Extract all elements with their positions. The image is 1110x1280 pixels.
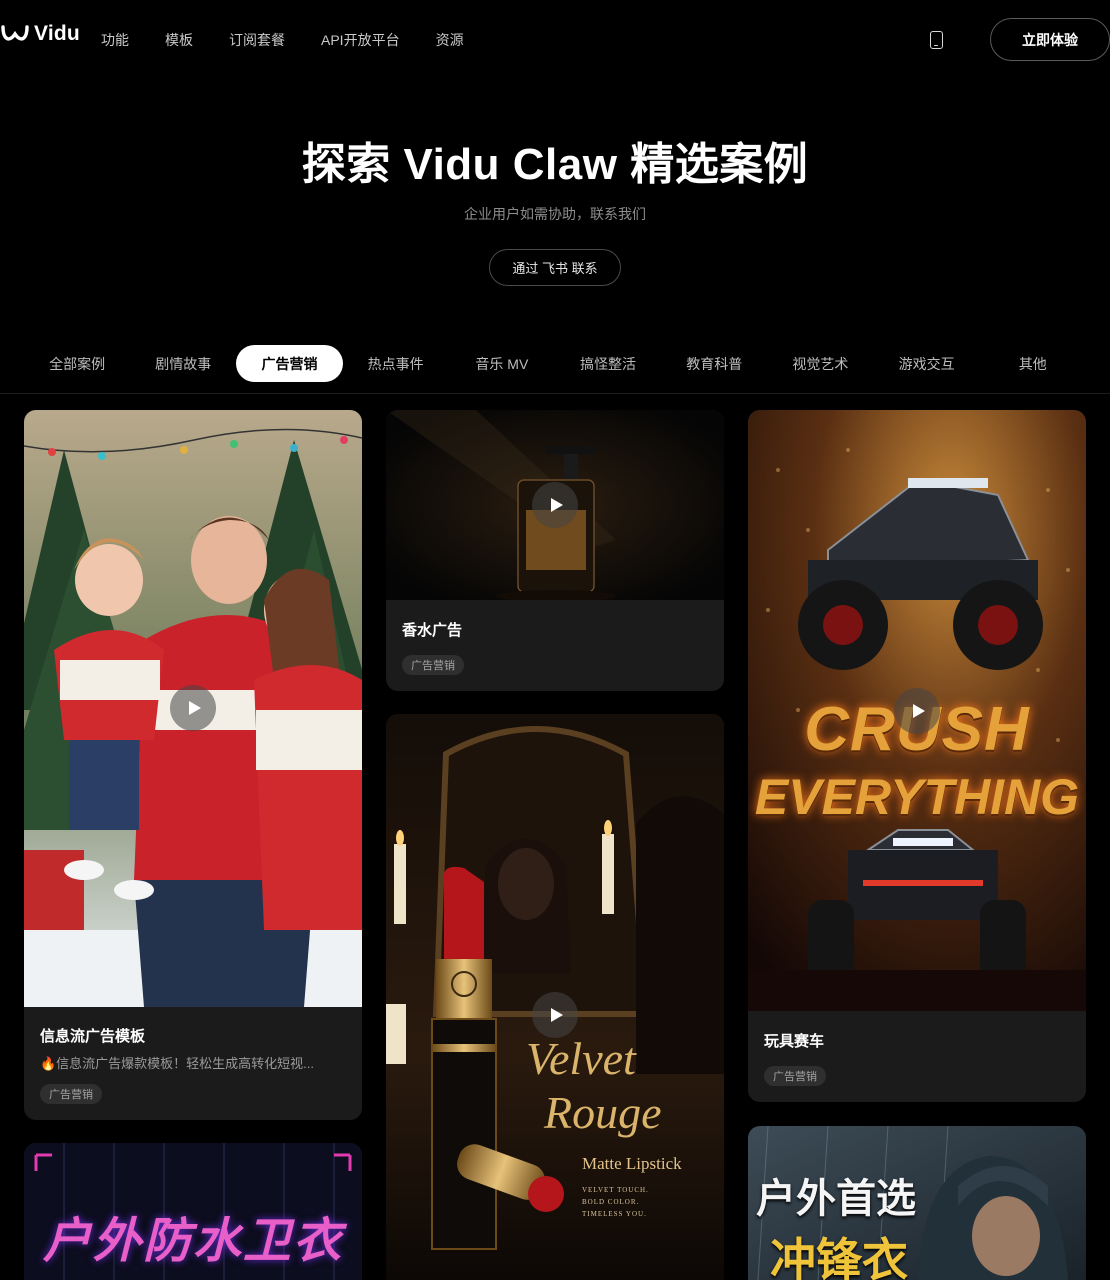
play-icon <box>912 704 925 718</box>
mobile-phone-icon[interactable] <box>930 31 943 49</box>
lipstick-ad-headline-2: Rouge <box>544 1087 662 1138</box>
case-card-toy-car[interactable]: CRUSH EVERYTHING 玩具赛车 广告营销 <box>748 410 1086 1102</box>
video-thumbnail[interactable]: 户外首选 冲锋衣 <box>748 1126 1086 1280</box>
nav-links: 功能 模板 订阅套餐 API开放平台 资源 <box>101 30 500 50</box>
page-subtitle: 企业用户如需协助，联系我们 <box>464 206 646 222</box>
card-tag: 广告营销 <box>40 1084 102 1104</box>
raincoat-ad-text: 户外防水卫衣 <box>42 1215 343 1268</box>
vidu-logo-icon <box>1 25 29 41</box>
video-thumbnail[interactable] <box>24 410 362 1007</box>
lipstick-ad-small-1: VELVET TOUCH. <box>582 1186 649 1194</box>
lipstick-ad-headline-1: Velvet <box>526 1033 636 1084</box>
tab-education[interactable]: 教育科普 <box>661 345 767 382</box>
nav-link-features[interactable]: 功能 <box>101 30 129 50</box>
case-card-feed-ad[interactable]: 信息流广告模板 🔥信息流广告爆款模板！轻松生成高转化短视... 广告营销 <box>24 410 362 1120</box>
case-card-raincoat[interactable]: 户外防水卫衣 <box>24 1143 362 1280</box>
play-icon <box>550 498 563 512</box>
tab-funny[interactable]: 搞怪整活 <box>555 345 661 382</box>
tab-trending[interactable]: 热点事件 <box>343 345 449 382</box>
tab-other[interactable]: 其他 <box>980 345 1086 382</box>
tab-story[interactable]: 剧情故事 <box>130 345 236 382</box>
play-button[interactable] <box>532 482 578 528</box>
nav-link-api[interactable]: API开放平台 <box>321 30 400 50</box>
case-card-jacket[interactable]: 户外首选 冲锋衣 <box>748 1126 1086 1280</box>
try-now-button[interactable]: 立即体验 <box>990 18 1110 61</box>
nav-link-templates[interactable]: 模板 <box>165 30 193 50</box>
top-nav: Vidu 功能 模板 订阅套餐 API开放平台 资源 立即体验 <box>0 0 1110 80</box>
nav-link-pricing[interactable]: 订阅套餐 <box>229 30 285 50</box>
contact-feishu-button[interactable]: 通过 飞书 联系 <box>489 249 621 286</box>
tabs-divider <box>0 393 1110 394</box>
video-thumbnail[interactable]: CRUSH EVERYTHING <box>748 410 1086 1011</box>
logo-text: Vidu <box>34 22 80 45</box>
case-card-perfume[interactable]: 香水广告 广告营销 <box>386 410 724 691</box>
case-card-lipstick[interactable]: Velvet Rouge Matte Lipstick VELVET TOUCH… <box>386 714 724 1280</box>
video-thumbnail[interactable] <box>386 410 724 600</box>
play-button[interactable] <box>170 685 216 731</box>
lipstick-ad-subtitle: Matte Lipstick <box>582 1154 682 1173</box>
play-button[interactable] <box>894 688 940 734</box>
tab-visual-art[interactable]: 视觉艺术 <box>767 345 873 382</box>
tab-all[interactable]: 全部案例 <box>24 345 130 382</box>
card-tag: 广告营销 <box>402 655 464 675</box>
page-title: 探索 Vidu Claw 精选案例 <box>301 140 809 189</box>
video-thumbnail[interactable]: Velvet Rouge Matte Lipstick VELVET TOUCH… <box>386 714 724 1280</box>
play-button[interactable] <box>532 992 578 1038</box>
card-title: 玩具赛车 <box>764 1033 825 1050</box>
video-thumbnail[interactable]: 户外防水卫衣 <box>24 1143 362 1280</box>
card-title: 信息流广告模板 <box>40 1028 146 1045</box>
category-tabs: 全部案例 剧情故事 广告营销 热点事件 音乐 MV 搞怪整活 教育科普 视觉艺术… <box>24 345 1086 382</box>
nav-link-resources[interactable]: 资源 <box>436 30 464 50</box>
tab-music-mv[interactable]: 音乐 MV <box>449 345 555 382</box>
jacket-ad-headline-1: 户外首选 <box>756 1177 916 1221</box>
truck-ad-headline-2: EVERYTHING <box>754 769 1080 825</box>
card-title: 香水广告 <box>402 622 463 639</box>
card-description: 🔥信息流广告爆款模板！轻松生成高转化短视... <box>40 1056 315 1071</box>
lipstick-ad-small-3: TIMELESS YOU. <box>582 1210 647 1218</box>
jacket-ad-headline-2: 冲锋衣 <box>770 1234 908 1280</box>
card-tag: 广告营销 <box>764 1066 826 1086</box>
play-icon <box>188 701 201 715</box>
tab-game[interactable]: 游戏交互 <box>874 345 980 382</box>
play-icon <box>550 1008 563 1022</box>
vidu-logo[interactable]: Vidu <box>0 22 80 46</box>
lipstick-ad-small-2: BOLD COLOR. <box>582 1198 640 1206</box>
tab-advertising[interactable]: 广告营销 <box>236 345 343 382</box>
